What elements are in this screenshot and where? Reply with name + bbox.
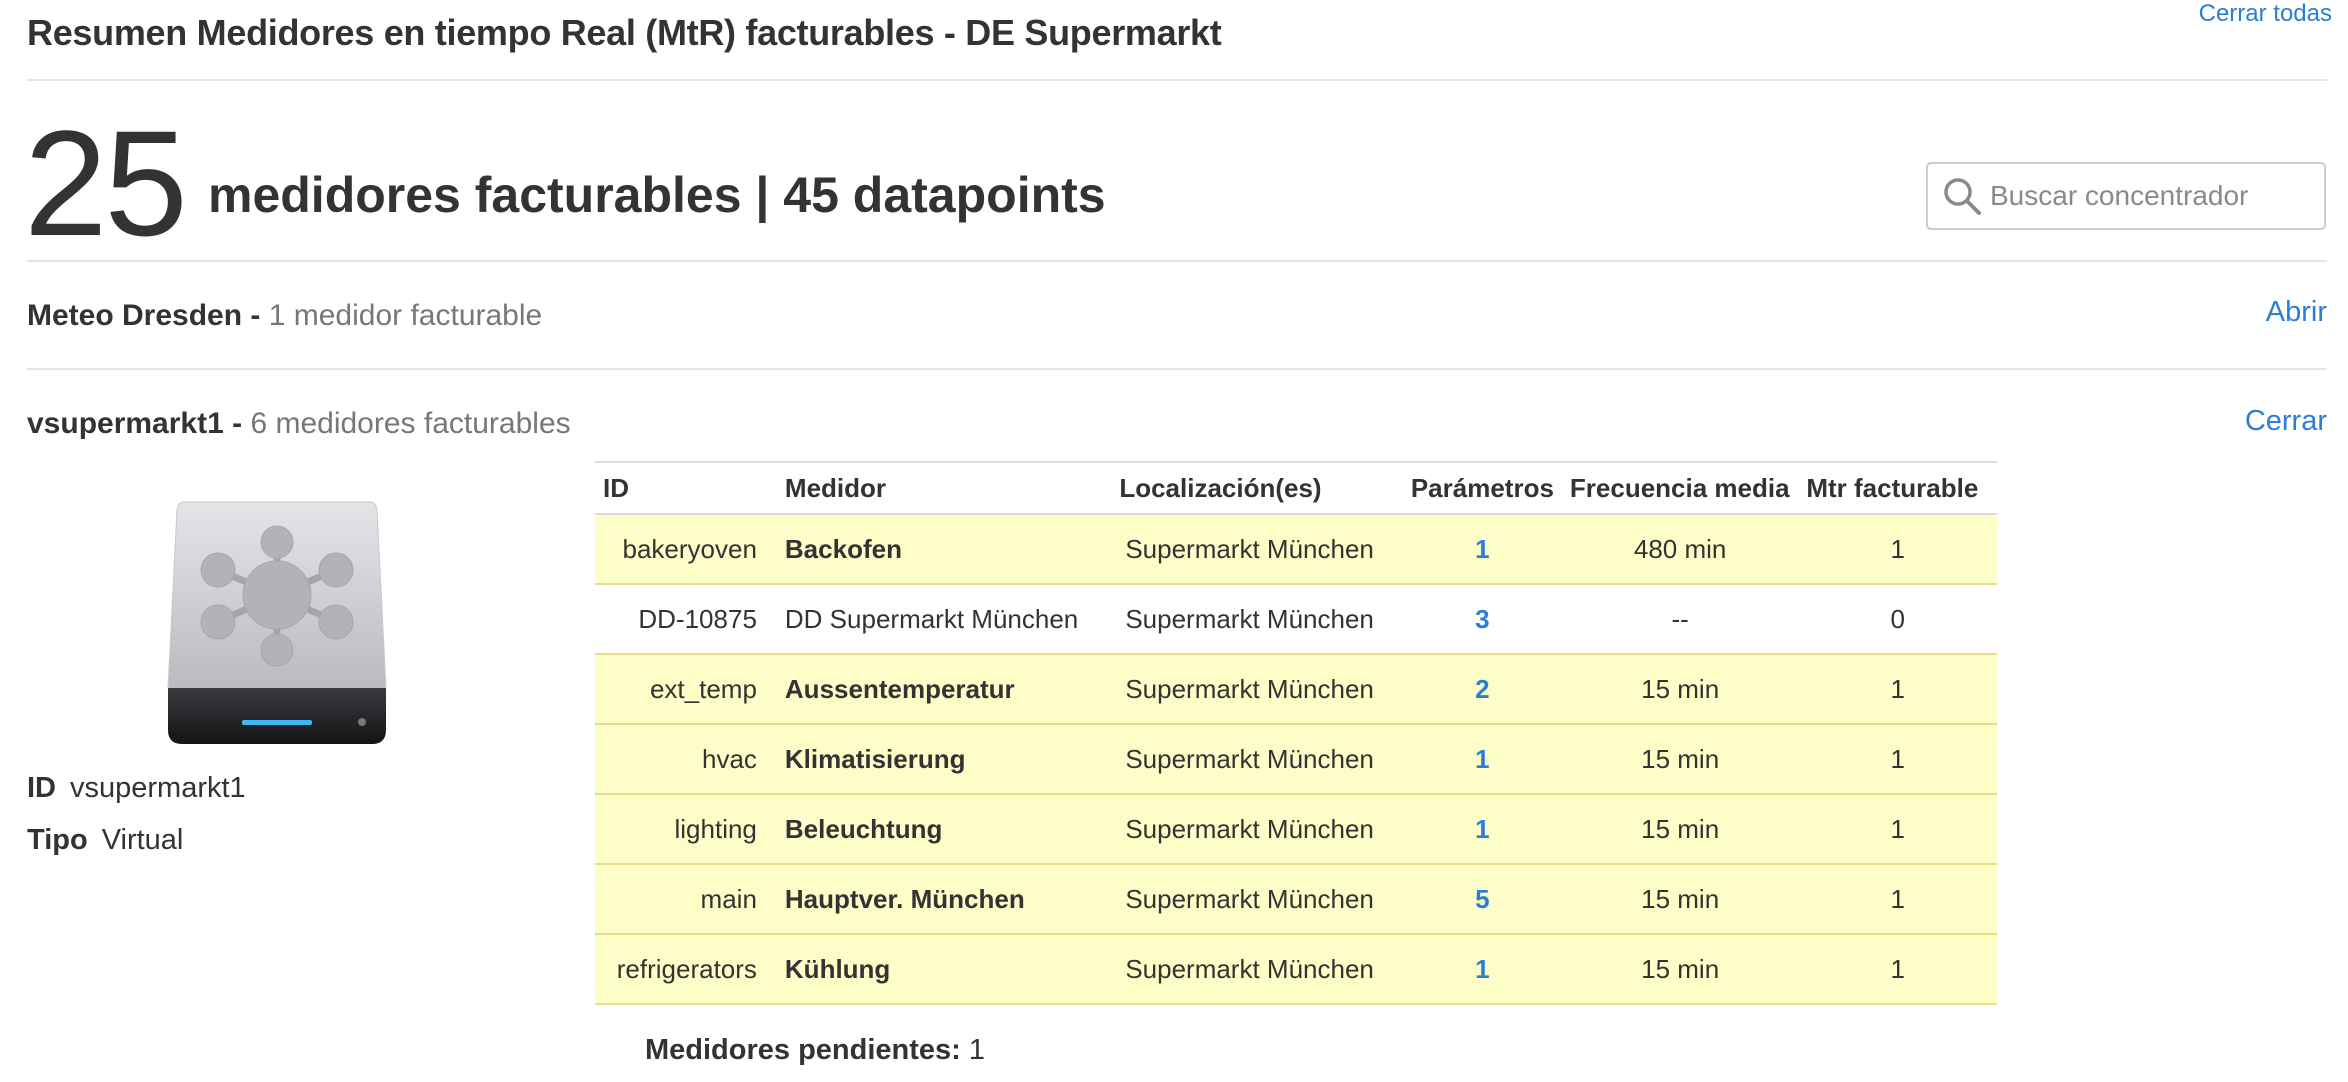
device-id: ID vsupermarkt1	[27, 772, 246, 805]
table-row: bakeryoven Backofen Supermarkt München 1 480…	[595, 514, 1997, 585]
meter-location: Supermarkt München	[1111, 514, 1403, 585]
group-header-vsupermarkt1: vsupermarkt1 - 6 medidores facturables	[27, 407, 571, 441]
server-drive-icon	[167, 501, 387, 744]
average-frequency: --	[1561, 584, 1799, 655]
divider	[27, 368, 2327, 370]
divider	[27, 260, 2327, 262]
parameters-link[interactable]: 3	[1402, 584, 1562, 655]
average-frequency: 15 min	[1561, 934, 1799, 1005]
close-group-link[interactable]: Cerrar	[2245, 405, 2327, 438]
average-frequency: 15 min	[1561, 794, 1799, 865]
open-group-link[interactable]: Abrir	[2266, 296, 2327, 329]
group-subtitle: 1 medidor facturable	[268, 299, 543, 332]
meter-id: lighting	[595, 794, 777, 865]
column-header-frequency[interactable]: Frecuencia media	[1561, 461, 1799, 515]
billable-mtr: 1	[1798, 864, 1997, 935]
parameters-link[interactable]: 5	[1402, 864, 1562, 935]
device-type: Tipo Virtual	[27, 824, 183, 857]
meter-name: Backofen	[776, 514, 1112, 585]
average-frequency: 15 min	[1561, 654, 1799, 725]
group-name: Meteo Dresden -	[27, 299, 261, 332]
group-header-meteo-dresden: Meteo Dresden - 1 medidor facturable	[27, 299, 542, 333]
pending-value: 1	[968, 1034, 986, 1066]
average-frequency: 480 min	[1561, 514, 1799, 585]
billable-count: 25	[24, 99, 188, 267]
table-header-row: ID Medidor Localización(es) Parámetros F…	[595, 461, 1997, 515]
search-icon	[1944, 178, 1981, 215]
meter-name: Hauptver. München	[776, 864, 1112, 935]
meter-location: Supermarkt München	[1111, 654, 1403, 725]
meter-location: Supermarkt München	[1111, 794, 1403, 865]
search-input[interactable]	[1990, 180, 2310, 212]
meter-id: main	[595, 864, 777, 935]
column-header-billable[interactable]: Mtr facturable	[1798, 461, 1997, 515]
billable-mtr: 1	[1798, 654, 1997, 725]
meter-name: Beleuchtung	[776, 794, 1112, 865]
table-row: main Hauptver. München Supermarkt München 5…	[595, 864, 1997, 935]
billable-mtr: 1	[1798, 934, 1997, 1005]
pending-meters: Medidores pendientes: 1	[645, 1034, 985, 1067]
billable-mtr: 1	[1798, 514, 1997, 585]
meter-id: ext_temp	[595, 654, 777, 725]
meter-id: bakeryoven	[595, 514, 777, 585]
meter-id: DD-10875	[595, 584, 777, 655]
parameters-link[interactable]: 1	[1402, 724, 1562, 795]
meter-location: Supermarkt München	[1111, 584, 1403, 655]
page-title: Resumen Medidores en tiempo Real (MtR) f…	[27, 12, 1222, 53]
column-header-parameters[interactable]: Parámetros	[1402, 461, 1562, 515]
meter-name: DD Supermarkt München	[776, 584, 1112, 655]
table-row: ext_temp Aussentemperatur Supermarkt Münch…	[595, 654, 1997, 725]
group-subtitle: 6 medidores facturables	[250, 407, 571, 440]
column-header-meter[interactable]: Medidor	[776, 461, 1112, 515]
device-type-label: Tipo	[27, 824, 88, 856]
billable-summary-text: medidores facturables | 45 datapoints	[208, 167, 1106, 223]
device-type-value: Virtual	[101, 824, 184, 856]
close-all-link[interactable]: Cerrar todas	[2199, 0, 2332, 28]
divider	[27, 79, 2327, 81]
table-row: hvac Klimatisierung Supermarkt München 1 15 …	[595, 724, 1997, 795]
group-name: vsupermarkt1 -	[27, 407, 243, 440]
average-frequency: 15 min	[1561, 864, 1799, 935]
parameters-link[interactable]: 1	[1402, 934, 1562, 1005]
pending-label: Medidores pendientes:	[645, 1034, 961, 1066]
meter-name: Klimatisierung	[776, 724, 1112, 795]
meter-name: Kühlung	[776, 934, 1112, 1005]
billable-mtr: 1	[1798, 794, 1997, 865]
parameters-link[interactable]: 2	[1402, 654, 1562, 725]
device-id-label: ID	[27, 772, 56, 804]
column-header-id[interactable]: ID	[595, 461, 777, 515]
billable-mtr: 1	[1798, 724, 1997, 795]
meters-table: ID Medidor Localización(es) Parámetros F…	[595, 461, 1997, 1005]
meter-name: Aussentemperatur	[776, 654, 1112, 725]
parameters-link[interactable]: 1	[1402, 794, 1562, 865]
meter-id: hvac	[595, 724, 777, 795]
parameters-link[interactable]: 1	[1402, 514, 1562, 585]
search-box[interactable]	[1926, 162, 2326, 230]
meter-location: Supermarkt München	[1111, 724, 1403, 795]
meter-id: refrigerators	[595, 934, 777, 1005]
table-row: lighting Beleuchtung Supermarkt München 1 15…	[595, 794, 1997, 865]
meter-location: Supermarkt München	[1111, 864, 1403, 935]
average-frequency: 15 min	[1561, 724, 1799, 795]
column-header-location[interactable]: Localización(es)	[1111, 461, 1403, 515]
billable-mtr: 0	[1798, 584, 1997, 655]
table-row: DD-10875 DD Supermarkt München Supermarkt …	[595, 584, 1997, 655]
device-id-value: vsupermarkt1	[70, 772, 246, 804]
table-row: refrigerators Kühlung Supermarkt München 1 1…	[595, 934, 1997, 1005]
meter-location: Supermarkt München	[1111, 934, 1403, 1005]
